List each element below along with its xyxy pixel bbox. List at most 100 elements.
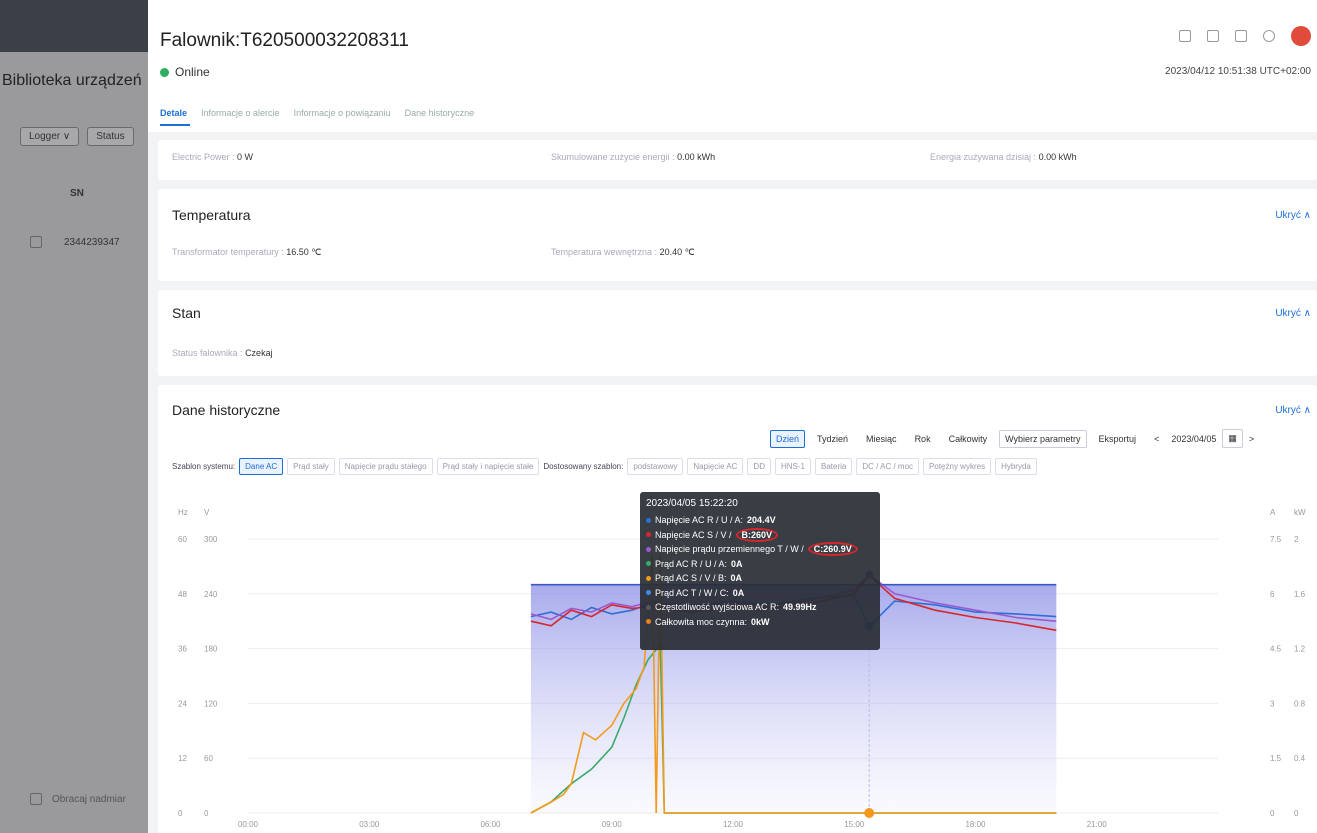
next-date-icon[interactable]: > <box>1249 434 1254 444</box>
settings-icon[interactable] <box>1179 30 1191 42</box>
bottom-checkbox[interactable] <box>30 793 42 805</box>
template-ac-voltage[interactable]: Napięcie AC <box>687 458 744 475</box>
select-params-button[interactable]: Wybierz parametry <box>999 429 1087 448</box>
state-hide-toggle[interactable]: Ukryć ∧ <box>1275 308 1311 319</box>
inverter-status: Status falownika : Czekaj <box>172 348 273 358</box>
y-tick-hz: 60 <box>178 535 187 544</box>
y-tick-v: 300 <box>204 535 218 544</box>
y-tick-v: 0 <box>204 809 209 818</box>
period-week-button[interactable]: Tydzień <box>811 430 854 448</box>
template-dd[interactable]: DD <box>747 458 771 475</box>
detail-header: Falownik:T620500032208311 Online 2023/04… <box>148 0 1317 132</box>
status-filter-dropdown[interactable]: Status <box>87 127 134 146</box>
period-year-button[interactable]: Rok <box>909 430 937 448</box>
template-powerful-chart[interactable]: Potężny wykres <box>923 458 992 475</box>
bottom-label: Obracaj nadmiar <box>52 793 126 805</box>
history-hide-label: Ukryć <box>1275 405 1301 416</box>
template-ac-data[interactable]: Dane AC <box>239 458 284 475</box>
axis-unit-label: Hz <box>178 508 188 517</box>
chevron-up-icon: ∧ <box>1303 210 1311 221</box>
accumulated-energy: Skumulowane zużycie energii : 0.00 kWh <box>551 152 715 162</box>
template-dc-current[interactable]: Prąd stały <box>287 458 335 475</box>
tooltip-label: Prąd AC R / U / A: <box>655 558 728 569</box>
state-card: Stan Ukryć ∧ Status falownika : Czekaj <box>158 290 1317 376</box>
system-template-label: Szablon systemu: <box>172 462 236 471</box>
device-row[interactable]: 2344239347 <box>30 236 120 248</box>
tooltip-row: Napięcie prądu przemiennego T / W / C:26… <box>646 542 874 557</box>
sidebar-bottom-row[interactable]: Obracaj nadmiar <box>30 793 126 805</box>
history-card: Dane historyczne Ukryć ∧ Dzień Tydzień M… <box>158 385 1317 833</box>
inverter-status-value: Czekaj <box>245 348 273 358</box>
refresh-icon[interactable] <box>1263 30 1275 42</box>
y-tick-kw: 1.6 <box>1294 590 1306 599</box>
calendar-icon[interactable]: ▦ <box>1222 429 1243 448</box>
document-icon[interactable] <box>1207 30 1219 42</box>
tooltip-row: Całkowita moc czynna: 0kW <box>646 615 874 630</box>
internal-temperature-value: 20.40 ℃ <box>659 247 695 257</box>
tab-details[interactable]: Detale <box>160 108 187 118</box>
template-hybrid[interactable]: Hybryda <box>995 458 1037 475</box>
y-tick-kw: 0 <box>1294 809 1299 818</box>
tooltip-value: 0kW <box>751 616 770 627</box>
delete-icon[interactable] <box>1235 30 1247 42</box>
tooltip-row: Napięcie AC S / V / B:260V <box>646 527 874 543</box>
period-day-button[interactable]: Dzień <box>770 429 806 448</box>
tooltip-label: Całkowita moc czynna: <box>655 616 748 627</box>
state-hide-label: Ukryć <box>1275 308 1301 319</box>
tab-relation-info[interactable]: Informacje o powiązaniu <box>294 108 391 118</box>
sn-column-header: SN <box>70 188 84 199</box>
x-tick-label: 03:00 <box>359 820 380 829</box>
logger-filter-dropdown[interactable]: Logger ∨ <box>20 127 80 146</box>
export-button[interactable]: Eksportuj <box>1093 430 1143 448</box>
y-tick-kw: 0.8 <box>1294 699 1306 708</box>
tooltip-label: Napięcie AC S / V / <box>655 529 732 540</box>
today-energy-value: 0.00 kWh <box>1038 152 1077 162</box>
y-tick-v: 60 <box>204 754 213 763</box>
today-energy-label: Energia zużywana dzisiaj : <box>930 152 1037 162</box>
template-basic[interactable]: podstawowy <box>627 458 684 475</box>
tooltip-time: 2023/04/05 15:22:20 <box>646 498 738 509</box>
tooltip-value: B:260V <box>735 527 779 542</box>
prev-date-icon[interactable]: < <box>1148 430 1165 448</box>
y-tick-hz: 0 <box>178 809 183 818</box>
avatar[interactable] <box>1291 26 1311 46</box>
row-checkbox[interactable] <box>30 236 42 248</box>
power-card: Electric Power : 0 W Skumulowane zużycie… <box>158 140 1317 180</box>
tooltip-label: Prąd AC S / V / B: <box>655 573 727 584</box>
history-title: Dane historyczne <box>172 402 281 418</box>
temperature-hide-toggle[interactable]: Ukryć ∧ <box>1275 210 1311 221</box>
accumulated-energy-label: Skumulowane zużycie energii : <box>551 152 675 162</box>
period-month-button[interactable]: Miesiąc <box>860 430 903 448</box>
y-tick-hz: 24 <box>178 699 187 708</box>
template-dc-voltage[interactable]: Napięcie prądu stałego <box>338 458 433 475</box>
date-value[interactable]: 2023/04/05 <box>1171 434 1216 444</box>
period-total-button[interactable]: Całkowity <box>943 430 994 448</box>
series-dot-icon <box>646 575 651 581</box>
sidebar-filters: Logger ∨ Status <box>20 127 134 146</box>
status-text: Online <box>175 65 210 79</box>
transformer-temperature: Transformator temperatury : 16.50 ℃ <box>172 247 321 258</box>
x-tick-label: 09:00 <box>602 820 623 829</box>
active-tab-underline <box>160 124 190 126</box>
template-battery[interactable]: Bateria <box>815 458 853 475</box>
x-tick-label: 06:00 <box>480 820 501 829</box>
template-hns1[interactable]: HNS-1 <box>774 458 811 475</box>
period-selector: Dzień Tydzień Miesiąc Rok Całkowity Wybi… <box>770 429 1254 448</box>
series-dot-icon <box>646 604 651 610</box>
series-dot-icon <box>646 517 651 523</box>
y-tick-kw: 1.2 <box>1294 645 1306 654</box>
y-tick-a: 6 <box>1270 590 1275 599</box>
tooltip-value: 0A <box>730 573 743 584</box>
custom-template-label: Dostosowany szablon: <box>543 462 624 471</box>
tab-alert-info[interactable]: Informacje o alercie <box>201 108 280 118</box>
template-dc-current-voltage[interactable]: Prąd stały i napięcie stałe <box>436 458 540 475</box>
history-hide-toggle[interactable]: Ukryć ∧ <box>1275 405 1311 416</box>
template-dc-ac-power[interactable]: DC / AC / moc <box>856 458 920 475</box>
temperature-card: Temperatura Ukryć ∧ Transformator temper… <box>158 189 1317 281</box>
tooltip-value: C:260.9V <box>807 542 858 557</box>
y-tick-kw: 0.4 <box>1294 754 1306 763</box>
tab-history[interactable]: Dane historyczne <box>405 108 475 118</box>
tooltip-row: Prąd AC R / U / A: 0A <box>646 557 874 572</box>
y-tick-v: 240 <box>204 590 218 599</box>
electric-power: Electric Power : 0 W <box>172 152 253 162</box>
